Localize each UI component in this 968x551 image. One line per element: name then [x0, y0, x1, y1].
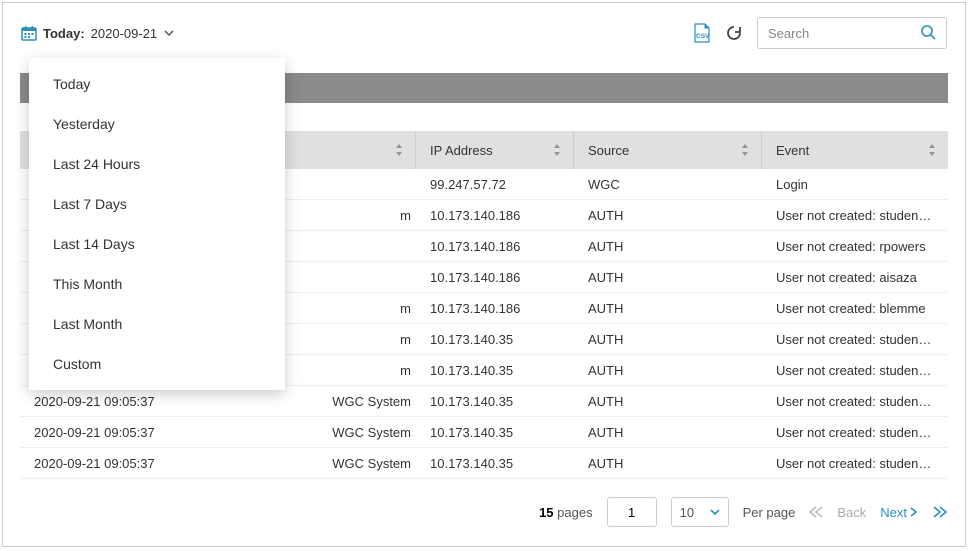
search-input[interactable] — [768, 26, 908, 41]
cell-source: WGC — [574, 177, 762, 192]
cell-source: AUTH — [574, 425, 762, 440]
cell-ip: 10.173.140.186 — [416, 239, 574, 254]
table-row[interactable]: 2020-09-21 09:05:37WGC System10.173.140.… — [20, 417, 948, 448]
date-range-picker[interactable]: Today: 2020-09-21 — [21, 25, 175, 41]
total-pages-value: 15 — [539, 505, 553, 520]
date-range-option[interactable]: Yesterday — [29, 104, 285, 144]
column-label: Event — [776, 143, 809, 158]
column-header-event[interactable]: Event — [762, 131, 948, 169]
current-page-input[interactable] — [607, 497, 657, 527]
cell-ip: 10.173.140.35 — [416, 363, 574, 378]
chevron-down-icon — [710, 505, 720, 520]
cell-date: 2020-09-21 09:05:37 — [20, 394, 236, 409]
table-row[interactable]: 2020-09-21 09:05:37WGC System10.173.140.… — [20, 448, 948, 479]
cell-date: 2020-09-21 09:05:37 — [20, 425, 236, 440]
cell-source: AUTH — [574, 301, 762, 316]
search-box[interactable] — [757, 17, 947, 49]
cell-event: User not created: student40 — [762, 394, 948, 409]
cell-ip: 10.173.140.35 — [416, 425, 574, 440]
cell-ip: 10.173.140.186 — [416, 301, 574, 316]
cell-event: User not created: rpowers — [762, 239, 948, 254]
sort-icon — [395, 144, 403, 156]
column-label: IP Address — [430, 143, 493, 158]
cell-date: 2020-09-21 09:05:37 — [20, 456, 236, 471]
table-footer: 15 pages 10 Per page Back Next — [3, 479, 965, 527]
date-value: 2020-09-21 — [91, 26, 158, 41]
last-page-button[interactable] — [933, 506, 947, 518]
first-page-button — [809, 506, 823, 518]
svg-text:CSV: CSV — [696, 33, 710, 40]
cell-source: AUTH — [574, 456, 762, 471]
cell-ip: 10.173.140.186 — [416, 208, 574, 223]
per-page-value: 10 — [680, 505, 694, 520]
sort-icon — [928, 144, 936, 156]
date-label: Today: — [43, 26, 85, 41]
next-button[interactable]: Next — [880, 505, 919, 520]
cell-ip: 10.173.140.35 — [416, 456, 574, 471]
per-page-label: Per page — [743, 505, 796, 520]
refresh-button[interactable] — [725, 24, 743, 42]
cell-source: AUTH — [574, 363, 762, 378]
cell-event: User not created: blemme — [762, 301, 948, 316]
column-header-source[interactable]: Source — [574, 131, 762, 169]
column-header-ip[interactable]: IP Address — [416, 131, 574, 169]
date-range-option[interactable]: Last 14 Days — [29, 224, 285, 264]
cell-event: User not created: student10 — [762, 456, 948, 471]
cell-event: User not created: student50 — [762, 425, 948, 440]
date-range-option[interactable]: Last 24 Hours — [29, 144, 285, 184]
cell-source: AUTH — [574, 394, 762, 409]
cell-source: AUTH — [574, 208, 762, 223]
cell-user: WGC System — [236, 456, 416, 471]
back-button: Back — [837, 505, 866, 520]
cell-ip: 10.173.140.35 — [416, 332, 574, 347]
table-row[interactable]: 2020-09-21 09:05:37WGC System10.173.140.… — [20, 386, 948, 417]
sort-icon — [741, 144, 749, 156]
cell-source: AUTH — [574, 332, 762, 347]
sort-icon — [553, 144, 561, 156]
search-icon — [920, 24, 936, 43]
top-right-controls: CSV — [693, 17, 947, 49]
cell-source: AUTH — [574, 270, 762, 285]
cell-event: User not created: student20 — [762, 208, 948, 223]
cell-event: User not created: student1... — [762, 363, 948, 378]
cell-event: User not created: student70 — [762, 332, 948, 347]
cell-source: AUTH — [574, 239, 762, 254]
cell-event: User not created: aisaza — [762, 270, 948, 285]
date-range-option[interactable]: Last 7 Days — [29, 184, 285, 224]
export-csv-button[interactable]: CSV — [693, 23, 711, 43]
date-range-option[interactable]: This Month — [29, 264, 285, 304]
cell-ip: 10.173.140.35 — [416, 394, 574, 409]
cell-ip: 99.247.57.72 — [416, 177, 574, 192]
calendar-icon — [21, 25, 37, 41]
cell-event: Login — [762, 177, 948, 192]
column-label: Source — [588, 143, 629, 158]
date-range-dropdown[interactable]: TodayYesterdayLast 24 HoursLast 7 DaysLa… — [29, 58, 285, 390]
per-page-select[interactable]: 10 — [671, 497, 729, 527]
date-range-option[interactable]: Last Month — [29, 304, 285, 344]
total-pages-label: 15 pages — [539, 505, 593, 520]
cell-user: WGC System — [236, 394, 416, 409]
top-bar: Today: 2020-09-21 CSV — [3, 3, 965, 59]
cell-ip: 10.173.140.186 — [416, 270, 574, 285]
chevron-down-icon — [163, 27, 175, 39]
date-range-option[interactable]: Custom — [29, 344, 285, 384]
cell-user: WGC System — [236, 425, 416, 440]
date-range-option[interactable]: Today — [29, 64, 285, 104]
